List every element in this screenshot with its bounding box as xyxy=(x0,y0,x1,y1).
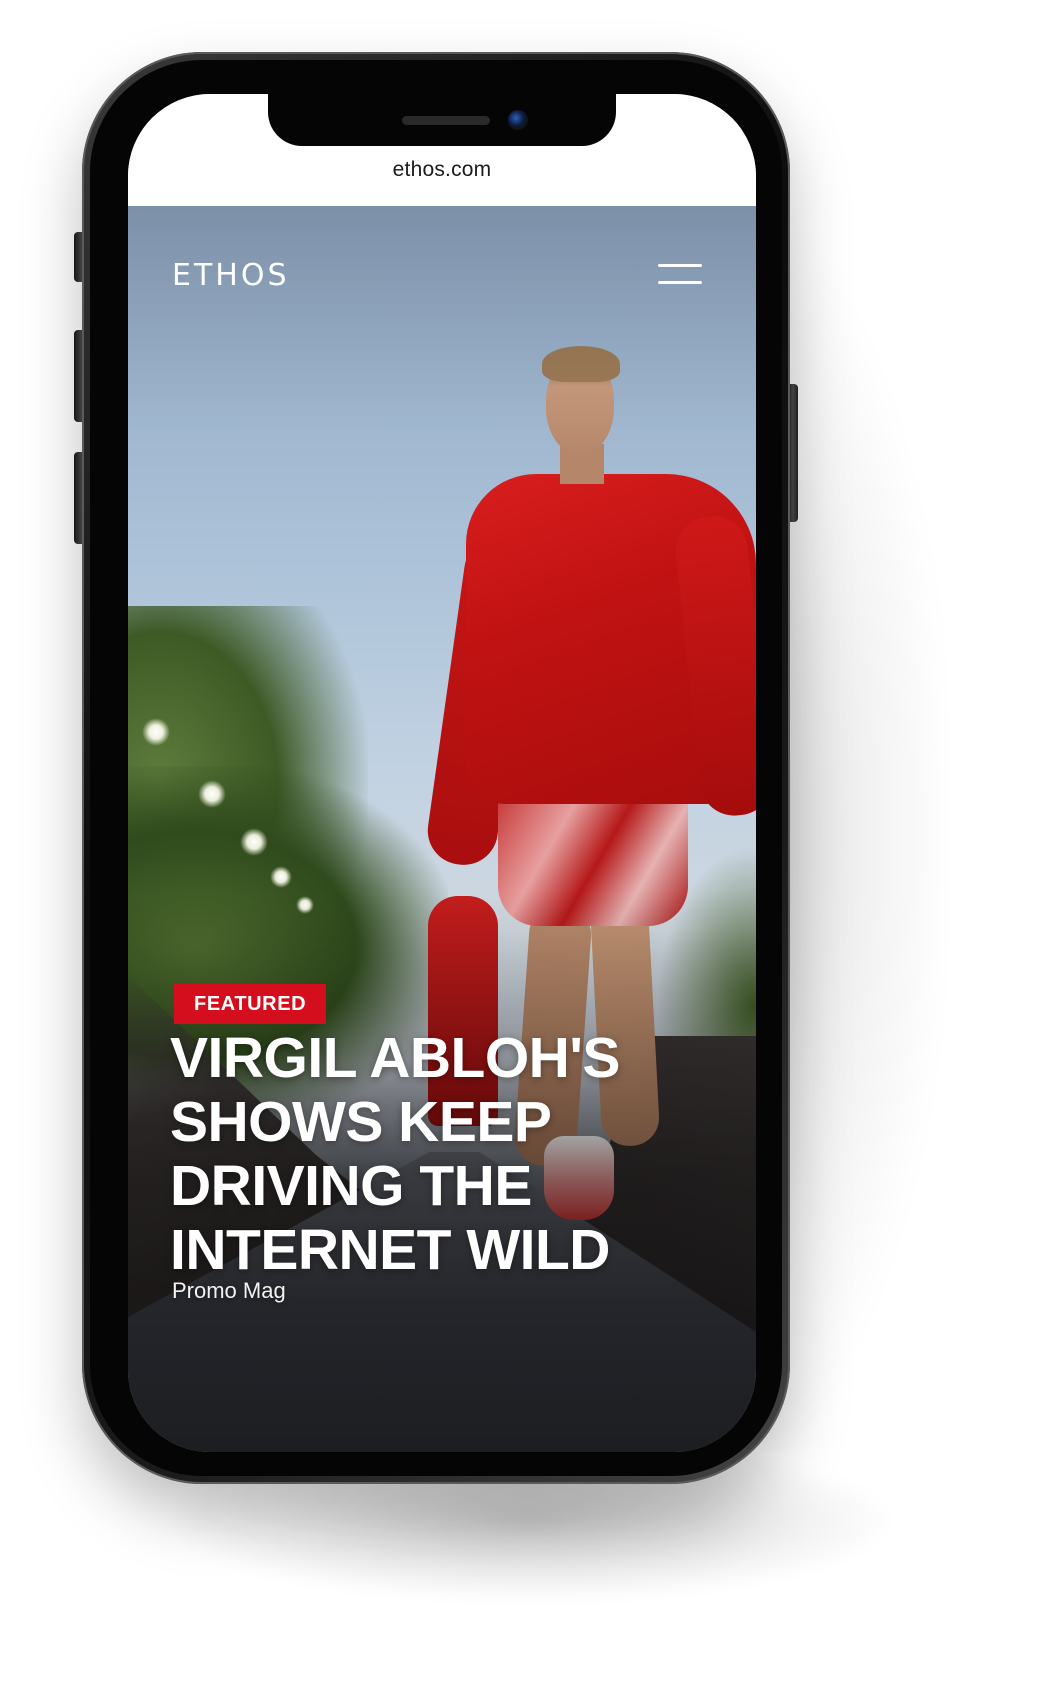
menu-line xyxy=(658,281,702,284)
hero-article[interactable]: ETHOS FEATURED VIRGIL ABLOH'S SHOWS KEEP… xyxy=(128,206,756,1452)
hamburger-menu-icon[interactable] xyxy=(658,262,702,288)
earpiece-speaker xyxy=(402,116,490,125)
front-camera xyxy=(508,110,528,130)
url-text[interactable]: ethos.com xyxy=(128,158,756,182)
featured-badge: FEATURED xyxy=(174,984,327,1024)
article-headline[interactable]: VIRGIL ABLOH'S SHOWS KEEP DRIVING THE IN… xyxy=(170,1026,710,1282)
site-logo[interactable]: ETHOS xyxy=(172,258,290,293)
menu-line xyxy=(658,264,702,267)
notch xyxy=(268,94,616,146)
phone-frame: ethos.com ETHOS FEATURED VIRGIL ABLOH'S … xyxy=(82,52,790,1484)
phone-screen: ethos.com ETHOS FEATURED VIRGIL ABLOH'S … xyxy=(128,94,756,1452)
phone-bezel: ethos.com ETHOS FEATURED VIRGIL ABLOH'S … xyxy=(90,60,782,1476)
mockup-stage: ethos.com ETHOS FEATURED VIRGIL ABLOH'S … xyxy=(0,0,1048,1684)
article-source: Promo Mag xyxy=(172,1278,286,1303)
